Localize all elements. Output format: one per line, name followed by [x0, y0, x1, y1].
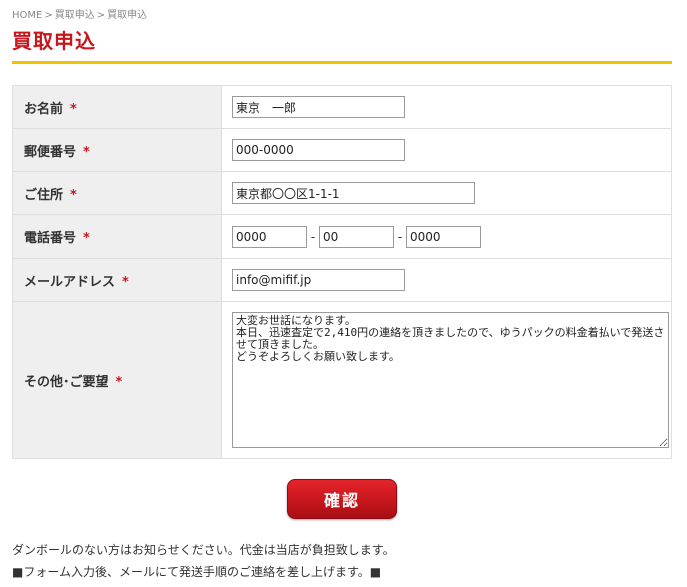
application-form: お名前* 郵便番号* ご住所* 電話番号* -- メールアドレス* — [12, 85, 672, 459]
required-mark: * — [70, 187, 77, 203]
phone-field-cell: -- — [221, 214, 672, 259]
shipping-instructions-note: ■フォーム入力後、メールにて発送手順のご連絡を差し上げます。■ — [12, 565, 382, 579]
phone-input-area[interactable] — [232, 225, 307, 248]
form-row-name: お名前 * — [12, 85, 672, 129]
breadcrumb: HOME > 買取申込 > 買取申込 — [12, 9, 147, 23]
breadcrumb-separator: > — [96, 10, 106, 21]
name-label-cell: お名前 * — [12, 85, 222, 129]
required-mark: * — [83, 231, 90, 246]
phone-label: 電話番号 — [24, 231, 77, 246]
name-field-cell — [221, 85, 672, 129]
form-row-email: メールアドレス * — [12, 258, 672, 302]
email-input[interactable] — [232, 269, 405, 291]
postal-label-cell: 郵便番号 * — [12, 128, 222, 172]
form-row-request: その他･ご要望 * 大変お世話になります。 本日、迅速査定で2,410円の連絡を頂… — [12, 301, 672, 459]
required-mark: * — [122, 274, 129, 290]
address-input[interactable] — [232, 182, 475, 204]
request-textarea[interactable]: 大変お世話になります。 本日、迅速査定で2,410円の連絡を頂きましたので、ゆう… — [232, 312, 669, 448]
required-mark: * — [83, 144, 90, 160]
request-field-cell: 大変お世話になります。 本日、迅速査定で2,410円の連絡を頂きましたので、ゆう… — [221, 301, 672, 459]
phone-input-exchange[interactable] — [319, 225, 394, 248]
request-label-cell: その他･ご要望 * — [12, 301, 222, 459]
required-mark: * — [70, 101, 77, 117]
form-row-address: ご住所 * — [12, 171, 672, 215]
form-row-phone: 電話番号* -- — [12, 214, 672, 259]
cardboard-note: ダンボールのない方はお知らせください。代金は当店が負担致します。 — [12, 543, 395, 557]
breadcrumb-parent-link[interactable]: 買取申込 — [55, 10, 95, 21]
phone-label-cell: 電話番号 * — [12, 214, 222, 259]
name-input[interactable] — [232, 96, 405, 118]
postal-label: 郵便番号 — [24, 144, 77, 160]
breadcrumb-separator: > — [44, 10, 53, 21]
name-label: お名前 — [24, 101, 64, 117]
breadcrumb-home-link[interactable]: HOME — [12, 10, 42, 21]
request-label: その他･ご要望 — [24, 374, 109, 390]
phone-separator: - — [310, 229, 316, 244]
form-row-postal: 郵便番号 * — [12, 128, 672, 172]
breadcrumb-current: 買取申込 — [107, 10, 148, 21]
email-label: メールアドレス — [24, 274, 116, 290]
title-divider — [12, 61, 672, 64]
required-mark: * — [115, 374, 123, 390]
postal-field-cell — [221, 128, 672, 172]
page-title: 買取申込 — [12, 29, 96, 53]
address-field-cell — [221, 171, 672, 215]
address-label-cell: ご住所 * — [12, 171, 222, 215]
address-label: ご住所 — [24, 187, 64, 203]
postal-code-input[interactable] — [232, 139, 405, 161]
confirm-button[interactable]: 確認 — [287, 479, 397, 519]
phone-input-number[interactable] — [406, 225, 481, 248]
phone-separator: - — [397, 229, 403, 244]
email-label-cell: メールアドレス * — [12, 258, 222, 302]
email-field-cell — [221, 258, 672, 302]
